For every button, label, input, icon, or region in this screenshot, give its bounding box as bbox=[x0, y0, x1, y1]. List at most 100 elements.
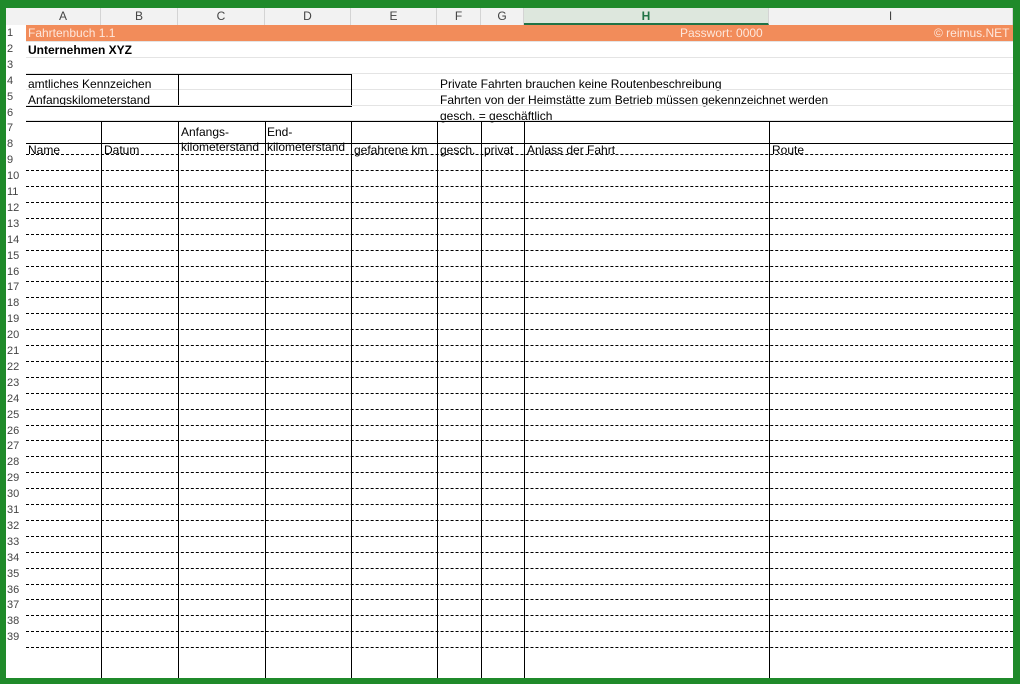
table-header-bottom-border bbox=[26, 143, 1013, 145]
row-number-12[interactable]: 12 bbox=[6, 199, 26, 216]
spreadsheet[interactable]: ABCDEFGHI Fahrtenbuch 1.1 Passwort: 0000… bbox=[6, 8, 1013, 678]
row-number-19[interactable]: 19 bbox=[6, 311, 26, 328]
row-number-39[interactable]: 39 bbox=[6, 629, 26, 646]
table-row bbox=[26, 551, 1013, 553]
field-box-border bbox=[351, 73, 352, 106]
grid-line bbox=[26, 40, 1013, 42]
table-row bbox=[26, 281, 1013, 283]
table-row bbox=[26, 154, 1013, 156]
table-row bbox=[26, 599, 1013, 601]
column-header-c[interactable]: C bbox=[178, 8, 265, 25]
table-row bbox=[26, 408, 1013, 410]
table-top-border bbox=[26, 121, 1013, 123]
column-header-d[interactable]: D bbox=[265, 8, 351, 25]
column-header-f[interactable]: F bbox=[437, 8, 481, 25]
table-row bbox=[26, 265, 1013, 267]
grid-line bbox=[26, 56, 1013, 58]
row-number-33[interactable]: 33 bbox=[6, 533, 26, 550]
row-number-29[interactable]: 29 bbox=[6, 470, 26, 487]
table-column-divider bbox=[265, 121, 266, 678]
row-number-21[interactable]: 21 bbox=[6, 343, 26, 359]
row-number-10[interactable]: 10 bbox=[6, 168, 26, 184]
row-number-22[interactable]: 22 bbox=[6, 358, 26, 375]
row-number-4[interactable]: 4 bbox=[6, 72, 26, 89]
row-number-16[interactable]: 16 bbox=[6, 263, 26, 280]
row-number-24[interactable]: 24 bbox=[6, 390, 26, 407]
column-header-i[interactable]: I bbox=[769, 8, 1013, 25]
row-number-7[interactable]: 7 bbox=[6, 120, 26, 137]
row-number-28[interactable]: 28 bbox=[6, 454, 26, 471]
column-header-g[interactable]: G bbox=[481, 8, 524, 25]
row-number-32[interactable]: 32 bbox=[6, 517, 26, 534]
row-number-30[interactable]: 30 bbox=[6, 486, 26, 502]
row-number-27[interactable]: 27 bbox=[6, 438, 26, 455]
row-number-8[interactable]: 8 bbox=[6, 136, 26, 153]
table-row bbox=[26, 360, 1013, 362]
table-row bbox=[26, 233, 1013, 235]
row-number-20[interactable]: 20 bbox=[6, 327, 26, 343]
header-end-line1: End- bbox=[267, 125, 293, 139]
row-number-3[interactable]: 3 bbox=[6, 56, 26, 73]
row-number-2[interactable]: 2 bbox=[6, 40, 26, 57]
table-row bbox=[26, 392, 1013, 394]
table-column-divider bbox=[769, 121, 770, 678]
row-number-1[interactable]: 1 bbox=[6, 25, 26, 41]
table-row bbox=[26, 647, 1013, 649]
table-row bbox=[26, 170, 1013, 172]
table-row bbox=[26, 329, 1013, 331]
table-row bbox=[26, 456, 1013, 458]
row-number-11[interactable]: 11 bbox=[6, 184, 26, 200]
table-row bbox=[26, 519, 1013, 521]
company-name[interactable]: Unternehmen XYZ bbox=[28, 43, 132, 57]
row-number-36[interactable]: 36 bbox=[6, 581, 26, 598]
column-header-e[interactable]: E bbox=[351, 8, 437, 25]
row-number-14[interactable]: 14 bbox=[6, 231, 26, 248]
table-row bbox=[26, 631, 1013, 633]
field-box-border bbox=[26, 105, 352, 107]
field-box-border bbox=[26, 73, 352, 75]
row-number-23[interactable]: 23 bbox=[6, 374, 26, 391]
table-column-divider bbox=[351, 121, 352, 678]
header-anfangs-line1: Anfangs- bbox=[181, 125, 230, 139]
table-column-divider bbox=[481, 121, 482, 678]
row-number-15[interactable]: 15 bbox=[6, 247, 26, 264]
table-row bbox=[26, 217, 1013, 219]
row-number-25[interactable]: 25 bbox=[6, 406, 26, 423]
table-row bbox=[26, 583, 1013, 585]
header-anfangs-line2: kilometerstand bbox=[181, 140, 260, 154]
row-number-18[interactable]: 18 bbox=[6, 295, 26, 312]
title-band: Fahrtenbuch 1.1 Passwort: 0000 © reimus.… bbox=[26, 25, 1013, 42]
field-box-border bbox=[178, 73, 179, 106]
table-row bbox=[26, 297, 1013, 299]
table-row bbox=[26, 535, 1013, 537]
row-number-13[interactable]: 13 bbox=[6, 215, 26, 232]
table-row bbox=[26, 424, 1013, 426]
table-row bbox=[26, 186, 1013, 187]
table-row bbox=[26, 488, 1013, 490]
table-column-divider bbox=[178, 121, 179, 678]
table-row bbox=[26, 440, 1013, 442]
table-row bbox=[26, 376, 1013, 378]
copyright-text: © reimus.NET bbox=[934, 26, 1010, 40]
column-header-h[interactable]: H bbox=[524, 8, 769, 25]
row-number-26[interactable]: 26 bbox=[6, 422, 26, 439]
table-column-divider bbox=[524, 121, 525, 678]
row-number-34[interactable]: 34 bbox=[6, 549, 26, 566]
row-number-6[interactable]: 6 bbox=[6, 104, 26, 121]
table-row bbox=[26, 504, 1013, 505]
table-row bbox=[26, 615, 1013, 617]
row-number-9[interactable]: 9 bbox=[6, 152, 26, 169]
row-number-38[interactable]: 38 bbox=[6, 613, 26, 630]
row-number-37[interactable]: 37 bbox=[6, 597, 26, 614]
column-header-b[interactable]: B bbox=[101, 8, 178, 25]
password-text: Passwort: 0000 bbox=[680, 26, 763, 40]
row-number-17[interactable]: 17 bbox=[6, 279, 26, 296]
table-column-divider bbox=[437, 121, 438, 678]
row-number-5[interactable]: 5 bbox=[6, 88, 26, 105]
header-end-line2: kilometerstand bbox=[267, 140, 346, 154]
grid-line bbox=[26, 88, 1013, 90]
column-header-a[interactable]: A bbox=[26, 8, 101, 25]
license-plate-input[interactable] bbox=[179, 74, 351, 90]
row-number-31[interactable]: 31 bbox=[6, 502, 26, 518]
row-number-35[interactable]: 35 bbox=[6, 565, 26, 582]
